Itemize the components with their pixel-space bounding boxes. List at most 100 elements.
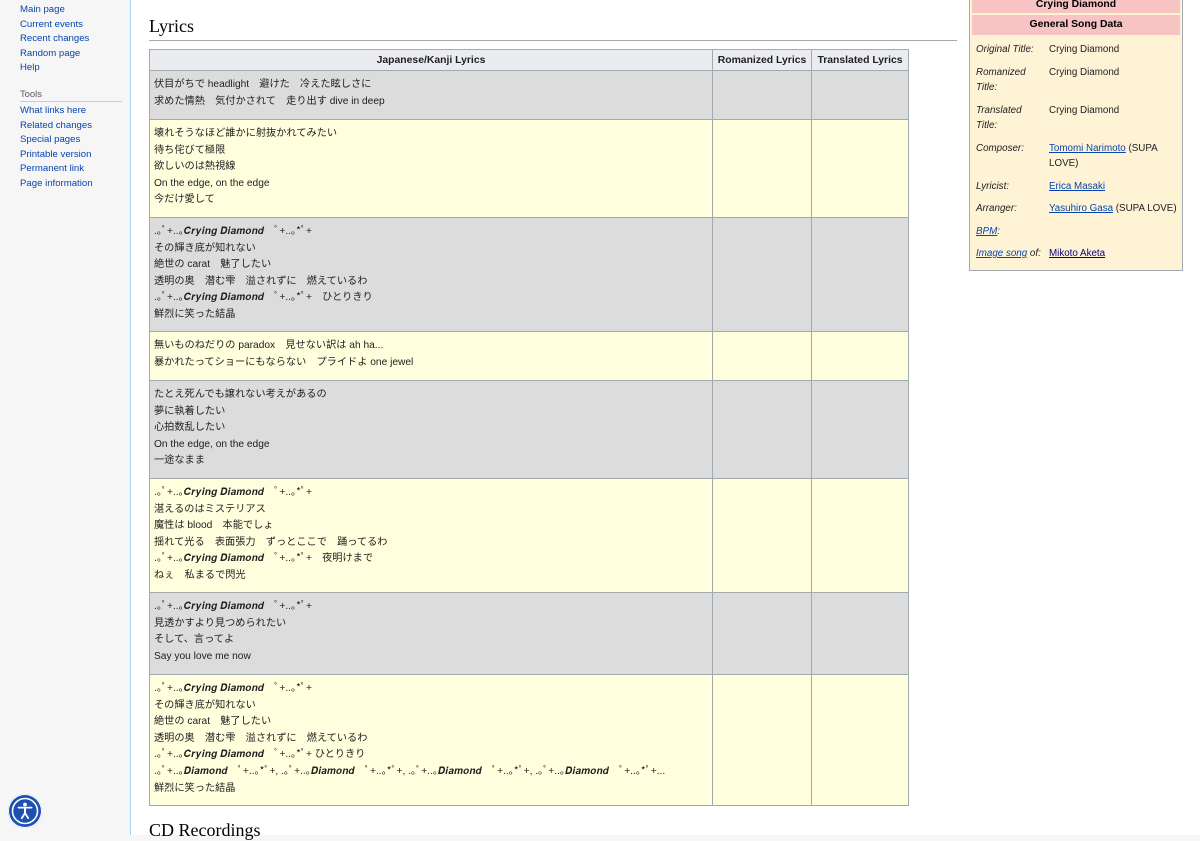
lyrics-table-body: 伏目がちで headlight 避けた 冷えた眩しさに 求めた情熱 気付かされて … xyxy=(149,70,909,806)
japanese-lyrics-cell: たとえ死んでも譲れない考えがあるの 夢に執着したい 心拍数乱したい On the ed… xyxy=(149,380,713,479)
sidebar-item-main-page[interactable]: Main page xyxy=(20,4,65,15)
lyric-line: 鮮烈に笑った結晶 xyxy=(154,308,236,320)
sidebar-item-permanent-link[interactable]: Permanent link xyxy=(20,163,84,174)
romanized-lyrics-cell xyxy=(712,217,812,332)
lyric-line: 待ち侘びて極限 xyxy=(154,144,226,156)
japanese-lyrics-cell: .｡ﾟ+..｡𝑪𝒓𝒚𝒊𝒏𝒈 𝑫𝒊𝒂𝒎𝒐𝒏𝒅 ﾟ+..｡*ﾟ+ 見透かすより見つめら… xyxy=(149,592,713,675)
infobox-subtitle: General Song Data xyxy=(972,15,1180,35)
column-header-translated: Translated Lyrics xyxy=(811,49,909,71)
lyric-line: On the edge, on the edge xyxy=(154,177,270,189)
infobox-value: Mikoto Aketa xyxy=(1045,243,1180,266)
lyric-line: 湛えるのはミステリアス xyxy=(154,503,266,515)
infobox-value: Crying Diamond xyxy=(1049,66,1120,78)
infobox-row: Original Title: Crying Diamond xyxy=(972,39,1180,62)
lyric-line: 揺れて光る 表面張力 ずっとここで 踊ってるわ xyxy=(154,536,388,548)
infobox-key: Lyricist: xyxy=(976,180,1010,192)
infobox-key-suffix: : xyxy=(997,225,1000,237)
translated-lyrics-cell xyxy=(811,674,909,806)
lyric-line: 絶世の carat 魅了したい xyxy=(154,259,272,271)
infobox-value: Crying Diamond xyxy=(1049,44,1120,55)
japanese-lyrics-cell: 伏目がちで headlight 避けた 冷えた眩しさに 求めた情熱 気付かされて … xyxy=(149,70,713,120)
main-content: Lyrics Japanese/Kanji Lyrics Romanized L… xyxy=(130,0,1200,840)
romanized-lyrics-cell xyxy=(712,119,812,218)
infobox-value-link[interactable]: Erica Masaki xyxy=(1049,181,1105,192)
sidebar-item-random-page[interactable]: Random page xyxy=(20,48,80,59)
lyric-line: 欲しいのは熱視線 xyxy=(154,161,236,173)
infobox-value: Crying Diamond xyxy=(1049,104,1120,116)
infobox-key: Image song of: xyxy=(972,243,1045,266)
lyric-line: Say you love me now xyxy=(154,650,251,662)
table-row: たとえ死んでも譲れない考えがあるの 夢に執着したい 心拍数乱したい On the ed… xyxy=(149,380,909,479)
infobox-row: Translated Title: Crying Diamond xyxy=(972,100,1180,138)
lyric-line: 伏目がちで headlight 避けた 冷えた眩しさに xyxy=(154,79,372,90)
sidebar-item-current-events[interactable]: Current events xyxy=(20,19,83,30)
infobox-value-link[interactable]: Yasuhiro Gasa xyxy=(1049,203,1113,214)
infobox-row: Romanized Title: Crying Diamond xyxy=(972,62,1180,100)
infobox-value: Erica Masaki xyxy=(1045,176,1180,199)
infobox: Crying Diamond General Song Data Origina… xyxy=(969,0,1183,271)
accessibility-icon xyxy=(11,797,39,825)
japanese-lyrics-cell: .｡ﾟ+..｡𝑪𝒓𝒚𝒊𝒏𝒈 𝑫𝒊𝒂𝒎𝒐𝒏𝒅 ﾟ+..｡*ﾟ+ その輝き底が知れない… xyxy=(149,217,713,332)
infobox-value: Yasuhiro Gasa (SUPA LOVE) xyxy=(1045,198,1180,221)
sidebar-item-printable-version[interactable]: Printable version xyxy=(20,149,91,160)
lyric-line: 鮮烈に笑った結晶 xyxy=(154,782,236,794)
infobox-key-suffix: of: xyxy=(1027,248,1041,259)
lyric-line: 暴かれたってショーにもならない プライドよ one jewel xyxy=(154,356,414,368)
sidebar-item-related-changes[interactable]: Related changes xyxy=(20,120,92,131)
translated-lyrics-cell xyxy=(811,592,909,675)
infobox-value xyxy=(1045,221,1180,244)
table-row: 伏目がちで headlight 避けた 冷えた眩しさに 求めた情熱 気付かされて … xyxy=(149,70,909,120)
table-row: 壊れそうなほど誰かに射抜かれてみたい 待ち侘びて極限 欲しいのは熱視線 On the … xyxy=(149,119,909,218)
translated-lyrics-cell xyxy=(811,380,909,479)
romanized-lyrics-cell xyxy=(712,70,812,120)
sidebar-item-help[interactable]: Help xyxy=(20,62,40,73)
accessibility-button[interactable] xyxy=(8,794,42,828)
infobox-row: Composer: Tomomi Narimoto (SUPA LOVE) xyxy=(972,138,1180,176)
infobox-key: Composer: xyxy=(976,142,1024,154)
lyric-line: 無いものねだりの paradox 見せない訳は ah ha... xyxy=(154,340,384,351)
infobox-key-link[interactable]: Image song xyxy=(976,248,1027,259)
translated-lyrics-cell xyxy=(811,478,909,593)
table-row: .｡ﾟ+..｡𝑪𝒓𝒚𝒊𝒏𝒈 𝑫𝒊𝒂𝒎𝒐𝒏𝒅 ﾟ+..｡*ﾟ+ 湛えるのはミステリア… xyxy=(149,478,909,593)
lyric-line: 壊れそうなほど誰かに射抜かれてみたい xyxy=(154,128,338,139)
lyric-line: 見透かすより見つめられたい xyxy=(154,617,287,629)
sidebar-item-page-information[interactable]: Page information xyxy=(20,178,93,189)
romanized-lyrics-cell xyxy=(712,674,812,806)
infobox-value-link[interactable]: Tomomi Narimoto xyxy=(1049,143,1126,154)
romanized-lyrics-cell xyxy=(712,380,812,479)
infobox-key: Romanized Title: xyxy=(976,66,1026,94)
translated-lyrics-cell xyxy=(811,217,909,332)
lyric-line: 魔性は blood 本能でしょ xyxy=(154,520,274,532)
japanese-lyrics-cell: .｡ﾟ+..｡𝑪𝒓𝒚𝒊𝒏𝒈 𝑫𝒊𝒂𝒎𝒐𝒏𝒅 ﾟ+..｡*ﾟ+ その輝き底が知れない… xyxy=(149,674,713,806)
lyric-line: 心拍数乱したい xyxy=(154,422,226,434)
lyric-line: そして、言ってよ xyxy=(154,634,235,646)
infobox-row: BPM: xyxy=(972,221,1180,244)
section-heading-lyrics: Lyrics xyxy=(149,16,957,41)
lyric-line: .｡ﾟ+..｡𝑫𝒊𝒂𝒎𝒐𝒏𝒅 ﾟ+..｡*ﾟ+, .｡ﾟ+..｡𝑫𝒊𝒂𝒎𝒐𝒏𝒅 … xyxy=(154,765,666,777)
infobox-value-link[interactable]: Mikoto Aketa xyxy=(1049,248,1105,259)
lyric-line: ねぇ 私まるで閃光 xyxy=(154,569,246,581)
sidebar-item-what-links-here[interactable]: What links here xyxy=(20,105,86,116)
japanese-lyrics-cell: 無いものねだりの paradox 見せない訳は ah ha... 暴かれたってショ… xyxy=(149,331,713,381)
sidebar-item-special-pages[interactable]: Special pages xyxy=(20,134,80,145)
table-row: 無いものねだりの paradox 見せない訳は ah ha... 暴かれたってショ… xyxy=(149,331,909,381)
romanized-lyrics-cell xyxy=(712,592,812,675)
infobox-key-link[interactable]: BPM xyxy=(976,226,997,237)
lyric-line: .｡ﾟ+..｡𝑪𝒓𝒚𝒊𝒏𝒈 𝑫𝒊𝒂𝒎𝒐𝒏𝒅 ﾟ+..｡*ﾟ+ 夜明けまで xyxy=(154,553,374,565)
translated-lyrics-cell xyxy=(811,70,909,120)
lyric-line: .｡ﾟ+..｡𝑪𝒓𝒚𝒊𝒏𝒈 𝑫𝒊𝒂𝒎𝒐𝒏𝒅 ﾟ+..｡*ﾟ+ xyxy=(154,683,312,694)
lyric-line: 夢に執着したい xyxy=(154,405,226,417)
infobox-value: Tomomi Narimoto (SUPA LOVE) xyxy=(1045,138,1180,176)
sidebar: Main page Current events Recent changes … xyxy=(0,0,130,835)
lyric-line: .｡ﾟ+..｡𝑪𝒓𝒚𝒊𝒏𝒈 𝑫𝒊𝒂𝒎𝒐𝒏𝒅 ﾟ+..｡*ﾟ+ xyxy=(154,601,312,612)
sidebar-item-recent-changes[interactable]: Recent changes xyxy=(20,33,89,44)
infobox-value-suffix: (SUPA LOVE) xyxy=(1113,203,1177,214)
table-row: .｡ﾟ+..｡𝑪𝒓𝒚𝒊𝒏𝒈 𝑫𝒊𝒂𝒎𝒐𝒏𝒅 ﾟ+..｡*ﾟ+ 見透かすより見つめら… xyxy=(149,592,909,675)
japanese-lyrics-cell: .｡ﾟ+..｡𝑪𝒓𝒚𝒊𝒏𝒈 𝑫𝒊𝒂𝒎𝒐𝒏𝒅 ﾟ+..｡*ﾟ+ 湛えるのはミステリア… xyxy=(149,478,713,593)
lyric-line: .｡ﾟ+..｡𝑪𝒓𝒚𝒊𝒏𝒈 𝑫𝒊𝒂𝒎𝒐𝒏𝒅 ﾟ+..｡*ﾟ+ xyxy=(154,487,312,498)
table-row: .｡ﾟ+..｡𝑪𝒓𝒚𝒊𝒏𝒈 𝑫𝒊𝒂𝒎𝒐𝒏𝒅 ﾟ+..｡*ﾟ+ その輝き底が知れない… xyxy=(149,217,909,332)
sidebar-tools: What links here Related changes Special … xyxy=(0,104,93,191)
infobox-title: Crying Diamond xyxy=(972,0,1180,13)
column-header-japanese: Japanese/Kanji Lyrics xyxy=(149,49,713,71)
lyric-line: 一途なまま xyxy=(154,455,205,467)
